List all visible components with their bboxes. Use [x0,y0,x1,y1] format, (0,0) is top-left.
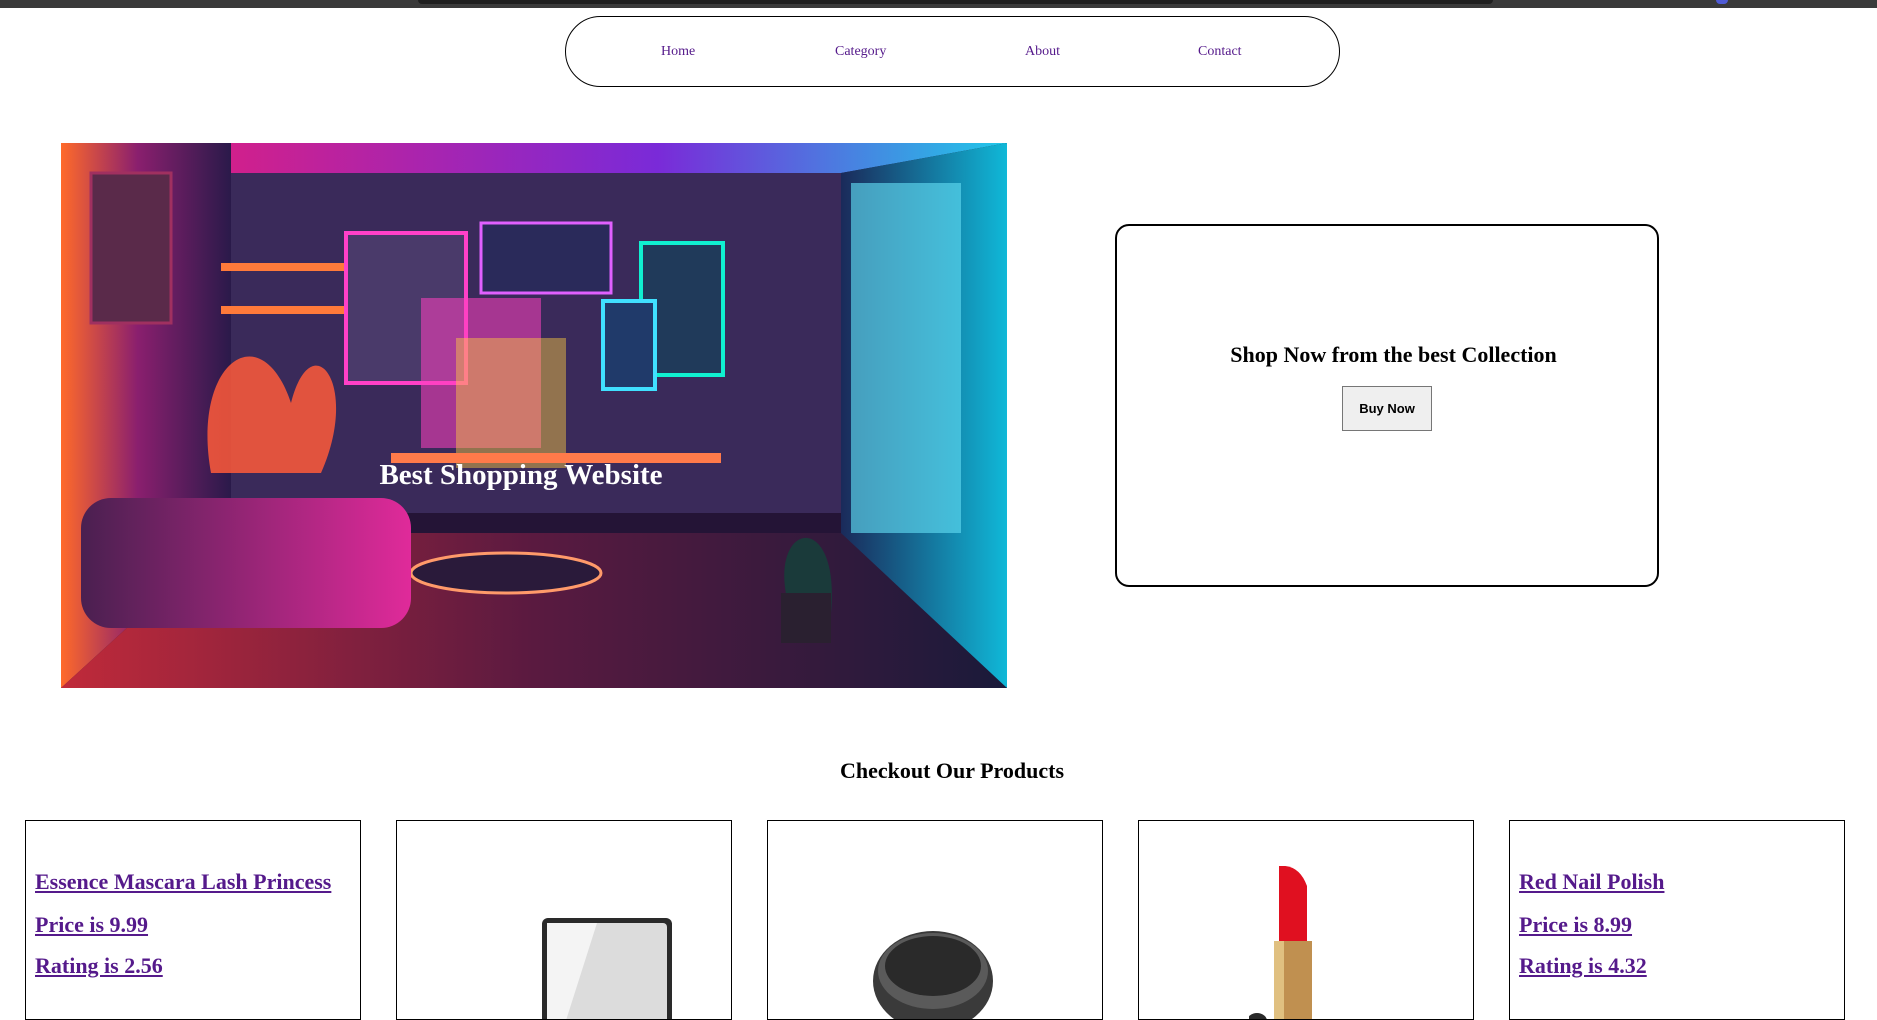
product-card[interactable] [767,820,1103,1020]
hero-title: Best Shopping Website [379,459,663,491]
product-rating-link[interactable]: Rating is 4.32 [1519,953,1647,979]
product-rating-link[interactable]: Rating is 2.56 [35,953,163,979]
neon-room-illustration [61,143,1007,688]
product-card[interactable] [1138,820,1474,1020]
nav-link-about[interactable]: About [1025,44,1060,60]
product-name-link[interactable]: Essence Mascara Lash Princess [35,869,331,895]
product-price-link[interactable]: Price is 8.99 [1519,912,1632,938]
browser-top-strip [0,0,1877,8]
promo-headline: Shop Now from the best Collection [1230,342,1557,367]
lipstick-product-image[interactable] [1249,866,1339,1020]
product-card[interactable]: Red Nail Polish Price is 8.99 Rating is … [1509,820,1845,1020]
address-bar-edge [418,0,1493,4]
makeup-compact-product-image[interactable] [868,926,998,1020]
product-name-link[interactable]: Red Nail Polish [1519,869,1664,895]
products-section-title: Checkout Our Products [839,758,1065,783]
product-card[interactable] [396,820,732,1020]
nav-link-category[interactable]: Category [835,44,886,60]
main-navigation: Home Category About Contact [565,16,1340,87]
mirror-product-image[interactable] [537,913,677,1020]
buy-now-button[interactable]: Buy Now [1342,386,1432,431]
hero-banner: Best Shopping Website [61,143,1007,688]
product-card[interactable]: Essence Mascara Lash Princess Price is 9… [25,820,361,1020]
extension-icon [1716,0,1728,4]
nav-link-contact[interactable]: Contact [1198,44,1242,60]
product-price-link[interactable]: Price is 9.99 [35,912,148,938]
nav-link-home[interactable]: Home [661,44,695,60]
